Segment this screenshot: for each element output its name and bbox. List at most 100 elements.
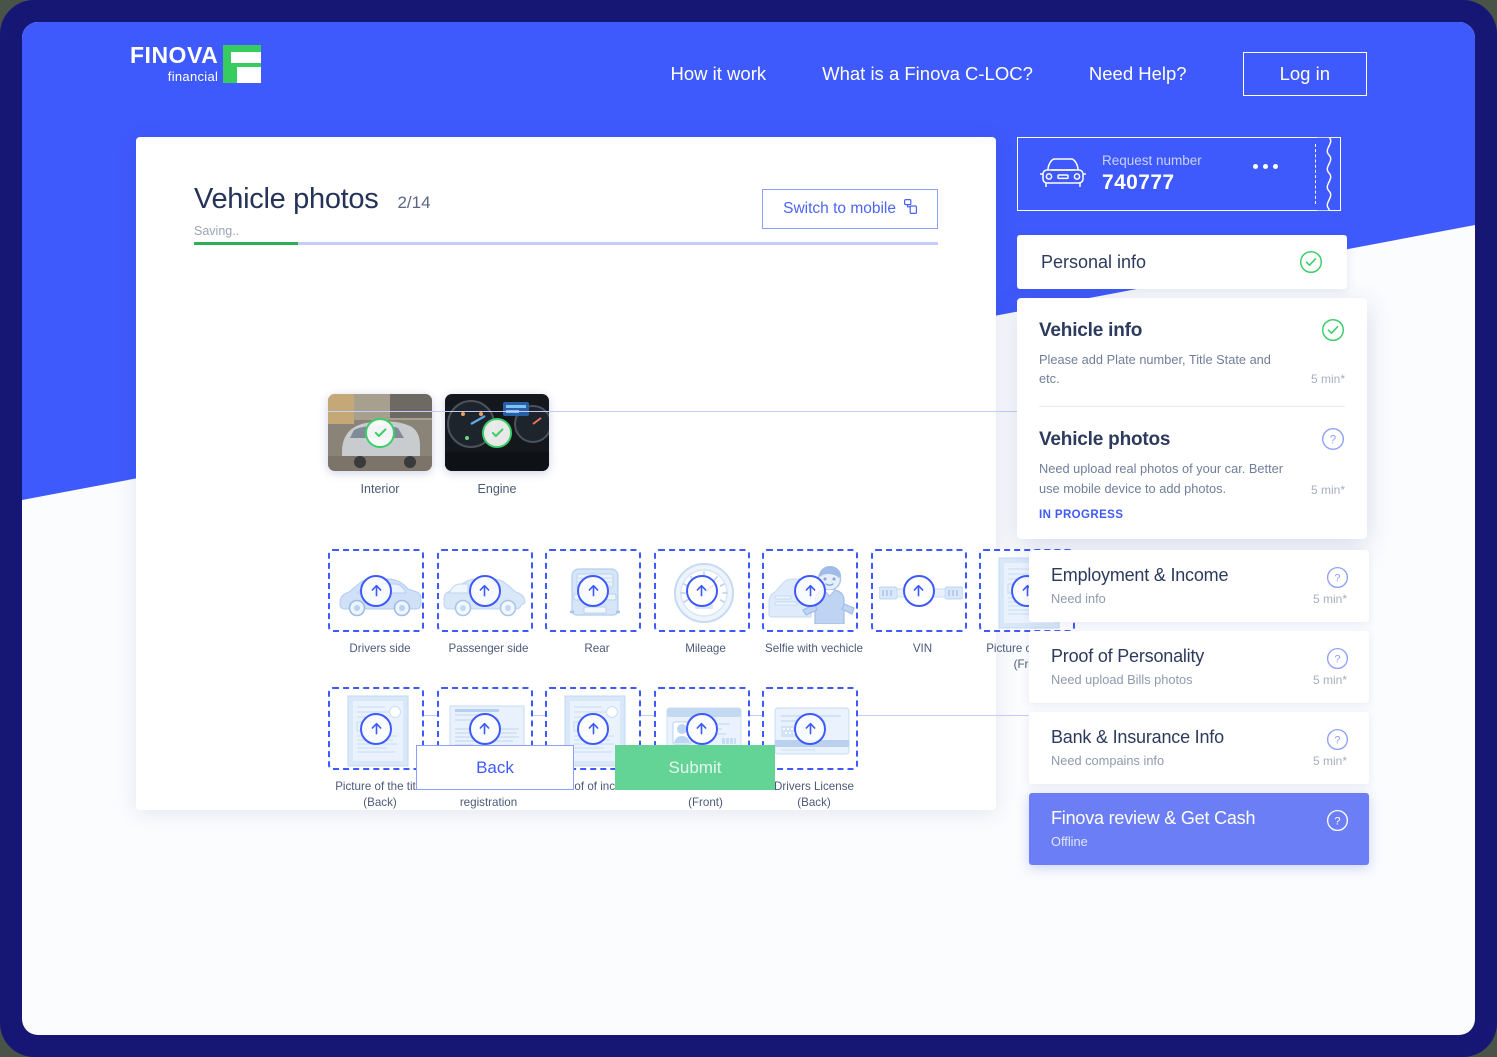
- question-circle-icon[interactable]: ?: [1321, 427, 1345, 451]
- sidebar-step[interactable]: Employment & Income Need info 5 min*?: [1029, 549, 1369, 622]
- sidebar-step[interactable]: Proof of Personality Need upload Bills ph…: [1029, 630, 1369, 703]
- upload-slot: Drivers side: [328, 549, 437, 672]
- sidebar-step-desc: Need upload real photos of your car. Bet…: [1039, 461, 1284, 496]
- top-navigation: FINOVA financial How it work What is a F…: [22, 22, 1475, 118]
- submit-button[interactable]: Submit: [615, 745, 775, 790]
- sidebar-step-desc: Need compains info: [1051, 752, 1165, 768]
- uploaded-photo-label: Engine: [477, 482, 517, 496]
- nav-link-how-it-work[interactable]: How it work: [671, 63, 767, 85]
- question-circle-icon[interactable]: ?: [1326, 566, 1349, 589]
- brand-name: FINOVA: [130, 42, 219, 68]
- upload-slot-label: Selfie with vechicle: [765, 642, 863, 655]
- sidebar-step-vehicle-info[interactable]: Vehicle info Please add Plate number, Ti…: [1039, 298, 1345, 406]
- brand-logo-text: FINOVA financial: [130, 42, 219, 84]
- upload-arrow-icon[interactable]: [360, 712, 392, 745]
- request-number-caption: Request number: [1102, 153, 1202, 168]
- request-ticket[interactable]: Request number 740777: [1017, 137, 1341, 211]
- sidebar-step-time: 5 min*: [1312, 591, 1347, 606]
- sidebar-step-title: Employment & Income: [1051, 564, 1229, 585]
- upload-slot-label: Mileage: [685, 642, 726, 655]
- request-number-value: 740777: [1102, 171, 1175, 194]
- sidebar-step-desc: Need upload Bills photos: [1051, 671, 1193, 687]
- uploaded-photo-label: Interior: [360, 482, 400, 496]
- thumbnail-image: [328, 394, 432, 471]
- upload-slot-dropzone[interactable]: [870, 549, 967, 632]
- uploaded-photo-engine[interactable]: Engine: [445, 394, 549, 496]
- upload-arrow-icon[interactable]: [685, 574, 718, 607]
- finova-f-logo-icon: [223, 44, 262, 83]
- upload-slot-dropzone[interactable]: [762, 549, 858, 632]
- svg-text:?: ?: [1334, 653, 1340, 665]
- switch-to-mobile-label: Switch to mobile: [783, 200, 896, 217]
- ticket-perforation: [1315, 144, 1316, 204]
- upload-slot-label: VIN: [912, 642, 933, 655]
- upload-arrow-icon[interactable]: [360, 574, 392, 607]
- login-button[interactable]: Log in: [1242, 52, 1367, 96]
- page-title: Vehicle photos: [194, 183, 379, 215]
- upload-slot-dropzone[interactable]: [545, 549, 641, 632]
- upload-slot-label: Drivers License (Back): [774, 780, 854, 809]
- brand-logo[interactable]: FINOVA financial: [130, 42, 262, 84]
- sidebar-step[interactable]: Bank & Insurance Info Need compains info 5…: [1029, 711, 1369, 784]
- question-circle-icon[interactable]: ?: [1326, 728, 1349, 751]
- page-step-counter: 2/14: [397, 193, 431, 212]
- question-circle-icon[interactable]: ?: [1326, 809, 1349, 832]
- upload-slot-dropzone[interactable]: [328, 687, 424, 771]
- upload-slot-label: Passenger side: [448, 642, 529, 655]
- upload-arrow-icon[interactable]: [468, 712, 501, 745]
- upload-arrow-icon[interactable]: [468, 574, 501, 607]
- thumbnail-image: [445, 394, 549, 471]
- upload-slot: Rear: [545, 549, 654, 672]
- sidebar-step-time: 5 min*: [1312, 753, 1347, 768]
- upload-slot-label: Rear: [584, 642, 610, 655]
- upload-slot-label: Drivers side: [349, 642, 411, 655]
- ticket-scallop-edge: [1317, 137, 1332, 211]
- upload-slot-dropzone[interactable]: [653, 549, 750, 632]
- sidebar-step-title: Bank & Insurance Info: [1051, 726, 1224, 747]
- switch-to-mobile-button[interactable]: Switch to mobile: [762, 189, 938, 229]
- card-actions: Back Submit: [416, 745, 775, 790]
- nav-link-need-help[interactable]: Need Help?: [1089, 63, 1187, 85]
- question-circle-icon[interactable]: ?: [1326, 647, 1349, 670]
- divider-top: [328, 411, 1072, 412]
- nav-link-what-is-cloc[interactable]: What is a Finova C-LOC?: [822, 63, 1033, 85]
- progress-bar: [194, 242, 938, 245]
- progress-sidebar: Request number 740777 Personal info Vehi…: [1017, 137, 1369, 874]
- upload-arrow-icon[interactable]: [577, 574, 609, 607]
- sidebar-step-desc: Offline: [1051, 833, 1088, 849]
- sidebar-step-title: Vehicle info: [1039, 320, 1143, 341]
- request-ticket-text: Request number 740777: [1102, 153, 1202, 195]
- sidebar-step-title: Proof of Personality: [1051, 645, 1205, 666]
- upload-slot-dropzone[interactable]: [436, 549, 533, 632]
- sidebar-step[interactable]: Finova review & Get Cash Offline?: [1029, 792, 1369, 865]
- upload-slot-dropzone[interactable]: [762, 687, 858, 771]
- sidebar-expanded-card: Vehicle info Please add Plate number, Ti…: [1017, 298, 1367, 539]
- ellipsis-icon[interactable]: [1253, 164, 1278, 169]
- sidebar-step-title: Vehicle photos: [1039, 429, 1171, 451]
- sidebar-step-time: 5 min*: [1312, 672, 1347, 687]
- upload-arrow-icon[interactable]: [794, 574, 826, 607]
- device-frame: FINOVA financial How it work What is a F…: [0, 0, 1497, 1057]
- back-button[interactable]: Back: [416, 745, 574, 790]
- sidebar-step-vehicle-photos[interactable]: Vehicle photos Need upload real photos o…: [1039, 406, 1345, 538]
- car-front-icon: [1038, 152, 1088, 197]
- sidebar-step-personal-info[interactable]: Personal info: [1017, 235, 1347, 289]
- upload-slot-dropzone[interactable]: [328, 549, 424, 632]
- brand-tagline: financial: [167, 69, 219, 84]
- sidebar-step-title: Personal info: [1041, 251, 1147, 272]
- upload-slot: Passenger side: [436, 549, 546, 672]
- check-circle-icon: [482, 417, 512, 448]
- svg-text:?: ?: [1330, 435, 1336, 447]
- sidebar-step-time: 5 min*: [1310, 482, 1345, 497]
- nav-links: How it work What is a Finova C-LOC? Need…: [671, 52, 1367, 96]
- check-circle-icon: [1321, 318, 1345, 342]
- uploaded-photo-interior[interactable]: Interior: [328, 394, 432, 496]
- svg-text:?: ?: [1334, 734, 1340, 746]
- upload-arrow-icon[interactable]: [902, 574, 935, 607]
- sidebar-step-desc: Need info: [1051, 590, 1106, 606]
- upload-arrow-icon[interactable]: [577, 712, 609, 745]
- upload-arrow-icon[interactable]: [794, 712, 826, 745]
- check-circle-icon: [1299, 250, 1323, 279]
- upload-arrow-icon[interactable]: [685, 712, 718, 745]
- sidebar-step-title: Finova review & Get Cash: [1051, 807, 1256, 828]
